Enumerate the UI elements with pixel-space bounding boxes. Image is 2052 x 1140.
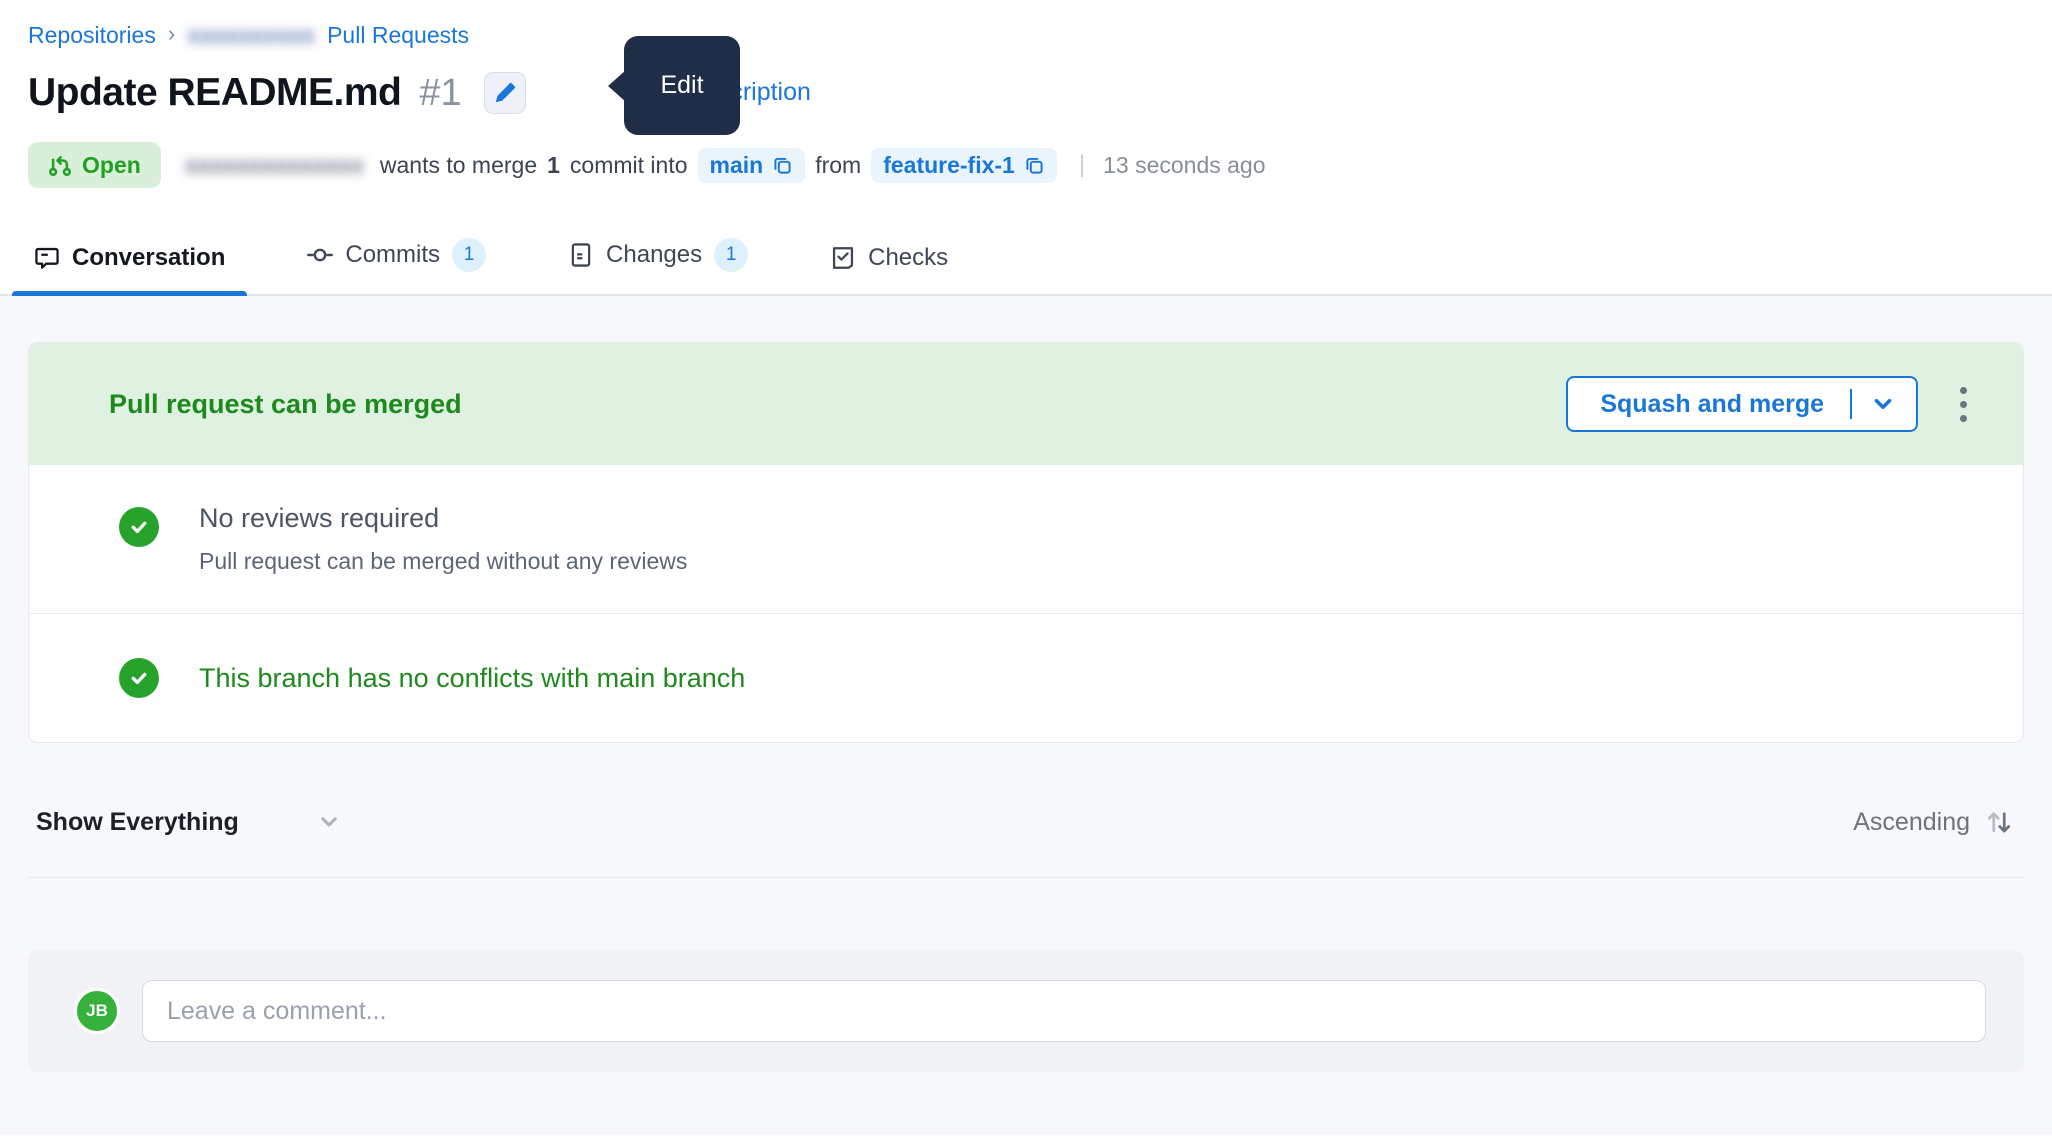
breadcrumb-repositories-link[interactable]: Repositories: [28, 22, 156, 49]
meta-text-before: wants to merge: [380, 152, 537, 179]
sort-order-control[interactable]: Ascending: [1853, 807, 2014, 837]
copy-icon[interactable]: [1024, 155, 1045, 176]
pull-request-icon: [48, 153, 72, 177]
copy-icon[interactable]: [772, 155, 793, 176]
timeline-filter-bar: Show Everything Ascending: [28, 807, 2024, 878]
tooltip-label: Edit: [660, 71, 703, 100]
check-subtitle: Pull request can be merged without any r…: [199, 548, 687, 575]
breadcrumb-repo-name-redacted[interactable]: xxxxxxxxxx: [187, 22, 315, 49]
merge-options-chevron[interactable]: [1870, 391, 1896, 417]
avatar: JB: [74, 988, 120, 1034]
changes-count-badge: 1: [714, 238, 748, 272]
merge-more-options-button[interactable]: [1952, 379, 1975, 430]
check-row-conflicts: This branch has no conflicts with main b…: [29, 613, 2023, 742]
check-circle-icon: [119, 507, 159, 547]
show-everything-dropdown[interactable]: Show Everything: [36, 808, 343, 837]
meta-from-label: from: [815, 152, 861, 179]
meta-divider: |: [1079, 151, 1085, 179]
base-branch-pill[interactable]: main: [698, 148, 806, 183]
merge-actions: Squash and merge: [1566, 376, 1975, 432]
squash-and-merge-label: Squash and merge: [1600, 390, 1824, 419]
pr-title: Update README.md: [28, 71, 401, 115]
check-title: No reviews required: [199, 503, 687, 534]
sort-arrows-icon: [1984, 807, 2014, 837]
tooltip-arrow: [608, 70, 626, 102]
pr-meta-row: Open xxxxxxxxxxxxxx wants to merge 1 com…: [28, 142, 2024, 188]
tab-checks-label: Checks: [868, 244, 948, 272]
edit-title-button[interactable]: [484, 72, 526, 114]
pr-title-row: Update README.md #1 Edit description Edi…: [28, 66, 2024, 120]
comment-composer: JB: [28, 950, 2024, 1072]
meta-text-after: commit into: [570, 152, 688, 179]
status-badge: Open: [28, 142, 161, 188]
merge-status-card: Pull request can be merged Squash and me…: [28, 342, 2024, 743]
pr-tabs: Conversation Commits 1 Changes 1: [0, 228, 2052, 296]
squash-and-merge-button[interactable]: Squash and merge: [1566, 376, 1918, 432]
checklist-icon: [830, 245, 856, 271]
tab-checks[interactable]: Checks: [824, 234, 954, 294]
file-icon: [568, 242, 594, 268]
check-circle-icon: [119, 658, 159, 698]
breadcrumb-pull-requests-link[interactable]: Pull Requests: [327, 22, 469, 49]
base-branch-label: main: [710, 152, 764, 179]
edit-tooltip: Edit: [624, 36, 740, 135]
status-badge-label: Open: [82, 152, 141, 179]
tab-changes[interactable]: Changes 1: [562, 228, 754, 294]
conversation-panel: Pull request can be merged Squash and me…: [0, 296, 2052, 1135]
pr-number: #1: [419, 72, 461, 115]
tab-commits[interactable]: Commits 1: [301, 228, 492, 294]
show-everything-label: Show Everything: [36, 808, 239, 837]
check-row-text: No reviews required Pull request can be …: [199, 503, 687, 575]
tab-conversation[interactable]: Conversation: [28, 234, 231, 294]
pr-timestamp: 13 seconds ago: [1103, 152, 1265, 179]
page-header: Repositories › xxxxxxxxxx Pull Requests …: [0, 0, 2052, 188]
tab-conversation-label: Conversation: [72, 244, 225, 272]
breadcrumb: Repositories › xxxxxxxxxx Pull Requests: [28, 0, 2024, 52]
merge-banner-title: Pull request can be merged: [109, 389, 462, 420]
comment-icon: [34, 245, 60, 271]
author-name-redacted[interactable]: xxxxxxxxxxxxxx: [185, 152, 364, 179]
check-title: This branch has no conflicts with main b…: [199, 663, 745, 694]
comment-input[interactable]: [142, 980, 1986, 1042]
commit-icon: [307, 242, 333, 268]
head-branch-label: feature-fix-1: [883, 152, 1015, 179]
chevron-down-icon: [315, 808, 343, 836]
commit-count: 1: [547, 152, 560, 179]
head-branch-pill[interactable]: feature-fix-1: [871, 148, 1057, 183]
breadcrumb-separator: ›: [168, 21, 175, 47]
pencil-icon: [493, 81, 517, 105]
check-row-reviews: No reviews required Pull request can be …: [29, 465, 2023, 613]
sort-order-label: Ascending: [1853, 808, 1970, 837]
merge-banner: Pull request can be merged Squash and me…: [29, 343, 2023, 465]
tab-changes-label: Changes: [606, 241, 702, 269]
commits-count-badge: 1: [452, 238, 486, 272]
button-divider: [1850, 389, 1852, 419]
tab-commits-label: Commits: [345, 241, 440, 269]
